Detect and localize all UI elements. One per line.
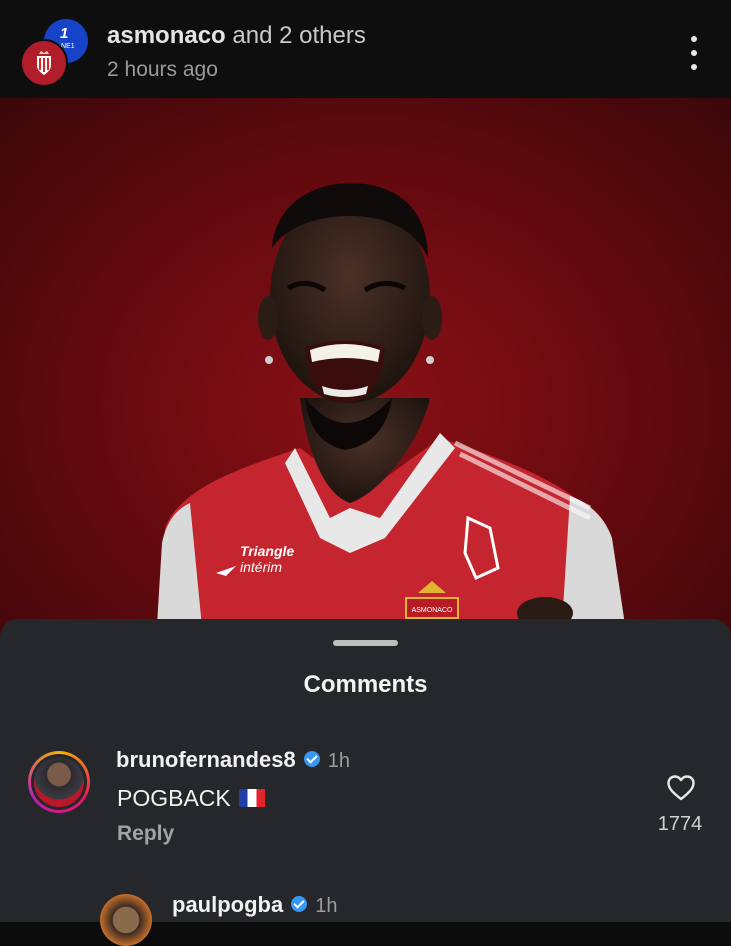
comment-header: paulpogba 1h [172, 892, 337, 918]
verified-icon [291, 896, 308, 913]
badge-text: ASMONACO [412, 607, 453, 614]
heart-icon[interactable] [666, 774, 696, 802]
collaborators-text[interactable]: and 2 others [232, 22, 365, 49]
owner-username[interactable]: asmonaco [107, 22, 226, 49]
comment-body: POGBACK [117, 785, 231, 811]
comments-title: Comments [303, 671, 428, 698]
post-header: 1 NE1 asmonaco and 2 others 2 hours ago [0, 0, 731, 98]
ligue1-logo-text: 1 [60, 25, 69, 42]
sheet-drag-handle[interactable] [333, 640, 398, 646]
monaco-crest-icon [37, 51, 51, 75]
comment-username[interactable]: paulpogba [172, 892, 283, 917]
commenter-avatar[interactable] [28, 751, 90, 813]
comment-header: brunofernandes8 1h [116, 747, 350, 773]
sponsor-line-1: Triangle [240, 543, 294, 559]
post-image[interactable]: Triangle intérim ASMONACO [0, 98, 731, 658]
reply-button[interactable]: Reply [117, 822, 174, 846]
avatar-photo [34, 757, 84, 807]
more-vertical-icon [691, 36, 697, 42]
comments-sheet: Comments brunofernandes8 1h POGBACK Reply… [0, 619, 731, 946]
comment-time: 1h [315, 895, 338, 917]
comment-time: 1h [327, 750, 350, 772]
commenter-avatar[interactable] [100, 894, 152, 946]
like-count: 1774 [657, 813, 703, 835]
sponsor-line-2: intérim [240, 559, 282, 575]
post-time: 2 hours ago [107, 58, 218, 81]
verified-icon [303, 751, 320, 768]
collab-avatars[interactable]: 1 NE1 [20, 19, 92, 87]
post-authors[interactable]: asmonaco and 2 others [107, 22, 366, 50]
asmonaco-avatar[interactable] [20, 39, 68, 87]
comment-username[interactable]: brunofernandes8 [116, 747, 296, 772]
more-options-button[interactable] [687, 36, 701, 70]
comment-text: POGBACK [117, 785, 265, 812]
france-flag-icon [238, 788, 265, 807]
player-illustration: Triangle intérim ASMONACO [155, 183, 630, 658]
